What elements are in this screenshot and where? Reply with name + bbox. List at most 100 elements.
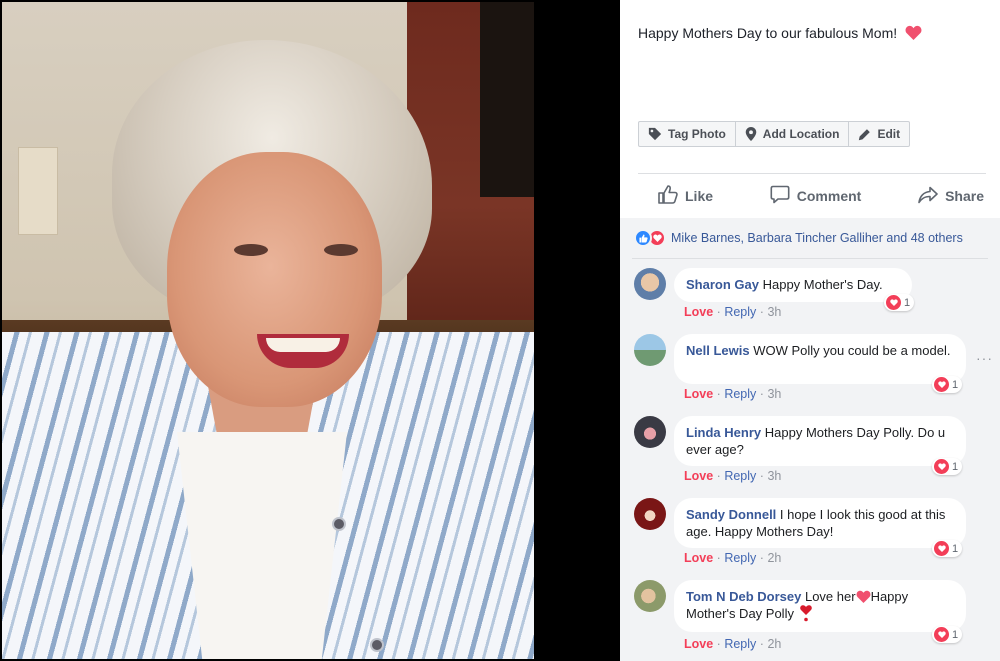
add-location-label: Add Location	[762, 127, 840, 141]
comment-timestamp[interactable]: 3h	[767, 469, 781, 483]
red-heart-icon	[856, 590, 871, 603]
comment-meta: Love · Reply · 3h	[684, 469, 781, 483]
comment-bubble: Sandy Donnell I hope I look this good at…	[674, 498, 966, 548]
tag-photo-button[interactable]: Tag Photo	[639, 122, 736, 146]
post-photo[interactable]	[2, 2, 534, 659]
comment-text: Happy Mother's Day.	[762, 277, 883, 292]
comment-timestamp[interactable]: 2h	[767, 551, 781, 565]
comment-timestamp[interactable]: 3h	[767, 305, 781, 319]
more-options-icon[interactable]: ···	[976, 350, 993, 366]
love-link[interactable]: Love	[684, 637, 713, 651]
photo-teeth	[266, 338, 340, 352]
comment-text-start: Love her	[804, 589, 856, 604]
avatar[interactable]	[634, 268, 666, 300]
post-caption: Happy Mothers Day to our fabulous Mom!	[638, 25, 922, 43]
avatar[interactable]	[634, 416, 666, 448]
reaction-count: 1	[952, 628, 959, 641]
comment-text: WOW Polly you could be a model.	[753, 343, 951, 358]
love-link[interactable]: Love	[684, 469, 713, 483]
reply-link[interactable]: Reply	[724, 305, 756, 319]
separator: ·	[759, 305, 764, 319]
post-side-panel: Happy Mothers Day to our fabulous Mom! T…	[620, 0, 1000, 661]
comments-section: Mike Barnes, Barbara Tincher Galliher an…	[620, 218, 1000, 661]
comment-author[interactable]: Tom N Deb Dorsey	[686, 589, 801, 604]
like-reaction-icon	[634, 229, 652, 247]
divider	[632, 258, 988, 259]
like-label: Like	[685, 188, 714, 204]
love-reaction-icon	[934, 627, 949, 642]
photo-viewer	[0, 0, 620, 661]
comment-meta: Love · Reply · 3h	[684, 305, 781, 319]
photo-right-eye	[324, 244, 358, 256]
red-heart-icon	[905, 25, 922, 43]
comment-bubble-icon	[770, 185, 790, 207]
reply-link[interactable]: Reply	[724, 551, 756, 565]
reply-link[interactable]: Reply	[724, 387, 756, 401]
love-link[interactable]: Love	[684, 305, 713, 319]
comment-meta: Love · Reply · 2h	[684, 551, 781, 565]
comment-reaction-count[interactable]: 1	[884, 294, 915, 311]
reactors-link[interactable]: Mike Barnes, Barbara Tincher Galliher an…	[671, 231, 963, 245]
thumbs-up-icon	[658, 185, 678, 207]
reply-link[interactable]: Reply	[724, 469, 756, 483]
love-reaction-icon	[934, 459, 949, 474]
location-pin-icon	[745, 127, 757, 141]
reply-link[interactable]: Reply	[724, 637, 756, 651]
like-button[interactable]: Like	[658, 185, 713, 207]
comment-bubble: Tom N Deb Dorsey Love her Happy Mother's …	[674, 580, 966, 632]
photo-actions-toolbar: Tag Photo Add Location Edit	[638, 121, 911, 147]
comment-author[interactable]: Sandy Donnell	[686, 507, 776, 522]
comment-timestamp[interactable]: 3h	[767, 387, 781, 401]
reaction-count: 1	[952, 542, 959, 555]
edit-label: Edit	[877, 127, 901, 141]
separator: ·	[759, 551, 764, 565]
reaction-bar: Like Comment Share	[638, 174, 986, 218]
comment-timestamp[interactable]: 2h	[767, 637, 781, 651]
reactions-summary[interactable]: Mike Barnes, Barbara Tincher Galliher an…	[634, 229, 963, 247]
avatar[interactable]	[634, 580, 666, 612]
separator: ·	[759, 469, 764, 483]
reaction-count: 1	[952, 378, 959, 391]
comment-label: Comment	[796, 188, 862, 204]
comment-reaction-count[interactable]: 1	[932, 626, 963, 643]
love-reaction-icon	[934, 377, 949, 392]
separator: ·	[759, 387, 764, 401]
share-arrow-icon	[918, 186, 938, 207]
love-reaction-icon	[886, 295, 901, 310]
comment-bubble: Sharon Gay Happy Mother's Day.	[674, 268, 912, 302]
photo-face	[167, 152, 382, 407]
photo-shirt-button	[370, 638, 384, 652]
comment-meta: Love · Reply · 2h	[684, 637, 781, 651]
separator: ·	[716, 387, 721, 401]
reaction-count: 1	[952, 460, 959, 473]
separator: ·	[716, 551, 721, 565]
photo-background-frame	[480, 2, 534, 197]
comment-reaction-count[interactable]: 1	[932, 458, 963, 475]
love-link[interactable]: Love	[684, 551, 713, 565]
avatar[interactable]	[634, 498, 666, 530]
comment-author[interactable]: Linda Henry	[686, 425, 761, 440]
reaction-icons	[634, 229, 666, 247]
comment-reaction-count[interactable]: 1	[932, 376, 963, 393]
edit-button[interactable]: Edit	[849, 122, 909, 146]
photo-left-eye	[234, 244, 268, 256]
tag-icon	[648, 127, 662, 141]
separator: ·	[716, 469, 721, 483]
comment-reaction-count[interactable]: 1	[932, 540, 963, 557]
avatar[interactable]	[634, 334, 666, 366]
caption-text: Happy Mothers Day to our fabulous Mom!	[638, 25, 898, 41]
separator: ·	[716, 637, 721, 651]
pencil-icon	[858, 128, 871, 141]
comment-author[interactable]: Nell Lewis	[686, 343, 750, 358]
love-link[interactable]: Love	[684, 387, 713, 401]
share-button[interactable]: Share	[918, 186, 984, 207]
comment-author[interactable]: Sharon Gay	[686, 277, 759, 292]
comment-meta: Love · Reply · 3h	[684, 387, 781, 401]
add-location-button[interactable]: Add Location	[736, 122, 850, 146]
love-reaction-icon	[934, 541, 949, 556]
separator: ·	[759, 637, 764, 651]
tag-photo-label: Tag Photo	[668, 127, 726, 141]
comment-button[interactable]: Comment	[770, 185, 862, 207]
photo-shirt-button	[332, 517, 346, 531]
heart-exclamation-icon	[799, 605, 812, 622]
